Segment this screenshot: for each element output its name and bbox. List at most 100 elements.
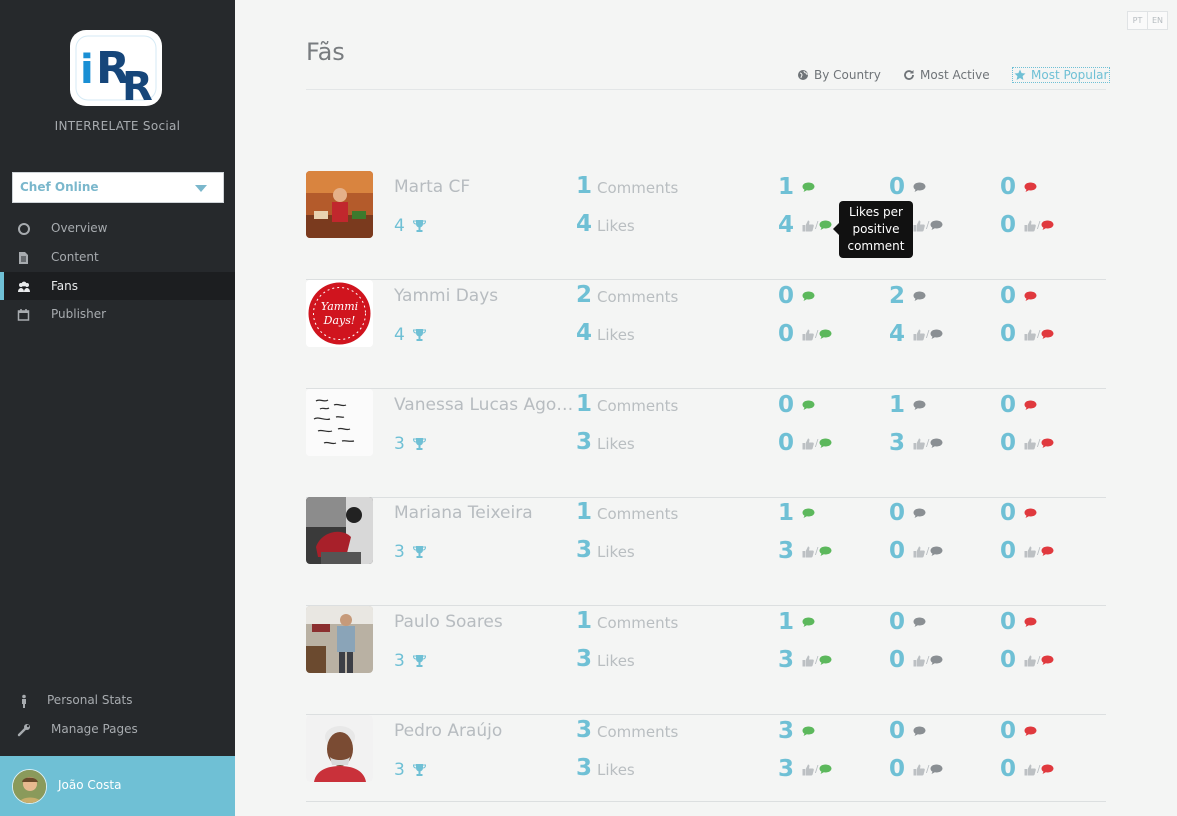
neutral-likes[interactable]: 0/: [889, 540, 943, 563]
negative-likes[interactable]: 0/: [1000, 758, 1054, 781]
positive-likes[interactable]: 3/: [778, 758, 832, 781]
avatar: [12, 769, 47, 804]
comment-icon-neutral: [913, 400, 926, 410]
positive-comments-value: 1: [778, 609, 795, 635]
fan-rank-value: 3: [394, 651, 405, 671]
negative-likes[interactable]: 0/: [1000, 214, 1054, 237]
positive-comments[interactable]: 1: [778, 502, 815, 525]
positive-likes[interactable]: 4/: [778, 214, 832, 237]
neutral-comments-value: 0: [889, 174, 906, 200]
sidebar-item-manage-pages[interactable]: Manage Pages: [0, 715, 235, 743]
comment-icon-neutral: [930, 764, 943, 774]
negative-comments[interactable]: 0: [1000, 611, 1037, 634]
neutral-comments[interactable]: 0: [889, 176, 926, 199]
sidebar-item-label: Fans: [51, 279, 79, 293]
sidebar-item-label: Manage Pages: [51, 722, 138, 736]
neutral-comments[interactable]: 1: [889, 394, 926, 417]
comment-icon-positive: [802, 291, 815, 301]
fan-avatar-image[interactable]: [306, 497, 373, 564]
negative-likes[interactable]: 0/: [1000, 323, 1054, 346]
negative-comments[interactable]: 0: [1000, 176, 1037, 199]
interrelate-logo[interactable]: i R R: [70, 28, 166, 110]
header-divider: [306, 89, 1106, 90]
neutral-comments[interactable]: 0: [889, 502, 926, 525]
neutral-likes[interactable]: 0/: [889, 649, 943, 672]
positive-comments[interactable]: 0: [778, 285, 815, 308]
sidebar-item-label: Publisher: [51, 307, 107, 321]
sidebar-item-overview[interactable]: Overview: [0, 214, 235, 242]
comment-icon-negative: [1041, 655, 1054, 665]
comment-icon-positive: [819, 220, 832, 230]
page-title: Fãs: [306, 38, 345, 66]
negative-likes-value: 0: [1000, 430, 1017, 456]
comment-icon-negative: [1024, 726, 1037, 736]
positive-likes[interactable]: 0/: [778, 323, 832, 346]
negative-comments[interactable]: 0: [1000, 285, 1037, 308]
chevron-down-icon: [195, 185, 207, 192]
lang-en-button[interactable]: EN: [1147, 11, 1168, 30]
neutral-comments[interactable]: 0: [889, 720, 926, 743]
fan-name[interactable]: Marta CF: [394, 177, 574, 197]
sidebar-item-publisher[interactable]: Publisher: [0, 300, 235, 328]
neutral-likes[interactable]: 3/: [889, 432, 943, 455]
comment-icon-neutral: [930, 438, 943, 448]
comments-label: Comments: [597, 397, 679, 415]
fan-avatar-image[interactable]: [306, 171, 373, 238]
fan-name[interactable]: Mariana Teixeira: [394, 503, 574, 523]
negative-likes[interactable]: 0/: [1000, 432, 1054, 455]
fan-row: Yammi Days! Yammi Days 4 2 Comments 4 Likes…: [306, 280, 1106, 389]
negative-comments-value: 0: [1000, 500, 1017, 526]
negative-likes[interactable]: 0/: [1000, 540, 1054, 563]
user-bar[interactable]: João Costa: [0, 756, 235, 816]
fan-name[interactable]: Paulo Soares: [394, 612, 574, 632]
negative-comments[interactable]: 0: [1000, 502, 1037, 525]
tab-by-country[interactable]: By Country: [797, 67, 881, 83]
neutral-likes[interactable]: 0/: [889, 758, 943, 781]
neutral-likes-value: 4: [889, 321, 906, 347]
fan-rank-value: 4: [394, 216, 405, 236]
comments-stat: 2 Comments: [576, 282, 678, 308]
neutral-likes-value: 0: [889, 647, 906, 673]
comment-icon-negative: [1024, 400, 1037, 410]
fan-avatar-image[interactable]: Yammi Days!: [306, 280, 373, 347]
sidebar-item-content[interactable]: Content: [0, 243, 235, 271]
positive-comments[interactable]: 0: [778, 394, 815, 417]
positive-comments[interactable]: 1: [778, 176, 815, 199]
fan-rank: 3: [394, 542, 426, 562]
neutral-likes[interactable]: 4/: [889, 323, 943, 346]
comments-label: Comments: [597, 723, 679, 741]
thumbs-up-icon: [913, 546, 925, 557]
sidebar-item-fans[interactable]: Fans: [0, 272, 235, 300]
negative-comments[interactable]: 0: [1000, 394, 1037, 417]
fan-name[interactable]: Yammi Days: [394, 286, 574, 306]
tab-most-active[interactable]: Most Active: [903, 67, 990, 83]
fan-row: Mariana Teixeira 3 1 Comments 3 Likes 1 3/…: [306, 497, 1106, 606]
fan-avatar-image[interactable]: [306, 606, 373, 673]
comment-icon-negative: [1024, 291, 1037, 301]
positive-likes[interactable]: 3/: [778, 649, 832, 672]
tab-most-popular[interactable]: Most Popular: [1012, 67, 1111, 83]
fan-name[interactable]: Vanessa Lucas Agostinho: [394, 395, 574, 415]
positive-comments[interactable]: 3: [778, 720, 815, 743]
negative-likes[interactable]: 0/: [1000, 649, 1054, 672]
lang-pt-button[interactable]: PT: [1127, 11, 1148, 30]
likes-label: Likes: [597, 217, 635, 235]
comments-stat: 3 Comments: [576, 717, 678, 743]
negative-comments[interactable]: 0: [1000, 720, 1037, 743]
comment-icon-positive: [819, 329, 832, 339]
likes-stat: 3 Likes: [576, 646, 635, 672]
fan-name[interactable]: Pedro Araújo: [394, 721, 574, 741]
brand-name: INTERRELATE Social: [54, 119, 181, 133]
positive-likes[interactable]: 3/: [778, 540, 832, 563]
positive-comments[interactable]: 1: [778, 611, 815, 634]
positive-likes[interactable]: 0/: [778, 432, 832, 455]
neutral-comments[interactable]: 2: [889, 285, 926, 308]
trophy-icon: [412, 329, 426, 341]
fan-avatar-image[interactable]: [306, 715, 373, 782]
sidebar-item-personal-stats[interactable]: Personal Stats: [0, 686, 235, 714]
neutral-comments[interactable]: 0: [889, 611, 926, 634]
negative-likes-value: 0: [1000, 538, 1017, 564]
comments-stat: 1 Comments: [576, 391, 678, 417]
fan-avatar-image[interactable]: [306, 389, 373, 456]
account-select[interactable]: Chef Online: [12, 172, 224, 203]
